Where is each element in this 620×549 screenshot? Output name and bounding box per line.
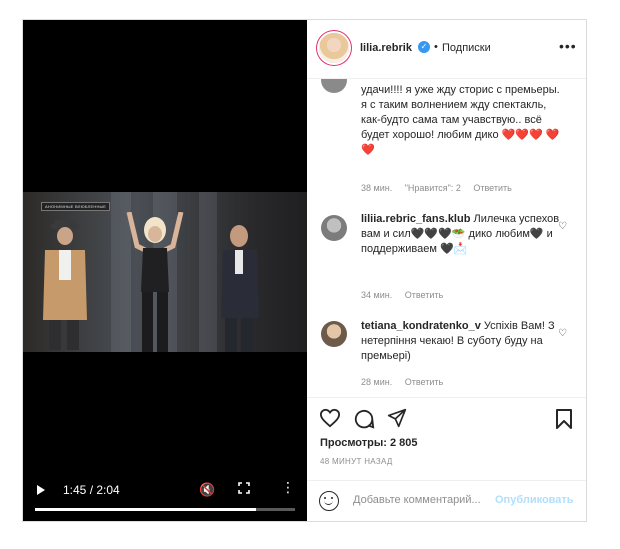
reply-button[interactable]: Ответить xyxy=(473,183,511,193)
like-comment-icon[interactable]: ♡ xyxy=(558,221,567,232)
more-options-icon[interactable]: ••• xyxy=(559,38,577,54)
comment-input[interactable]: Добавьте комментарий... xyxy=(353,494,481,506)
video-progress-bar[interactable] xyxy=(35,508,295,511)
emoji-smiley-icon[interactable] xyxy=(319,491,339,511)
play-icon[interactable] xyxy=(37,485,45,495)
comment-avatar[interactable] xyxy=(321,79,347,93)
comment-text: удачи!!!! я уже жду сторис с премьеры. я… xyxy=(361,83,561,158)
video-controls: 1:45 / 2:04 🔇 ⋮ xyxy=(23,477,307,521)
comment-body: удачи!!!! я уже жду сторис с премьеры. я… xyxy=(361,84,560,156)
save-bookmark-icon[interactable] xyxy=(555,408,573,430)
comment-avatar[interactable] xyxy=(321,321,347,347)
like-heart-icon[interactable] xyxy=(319,408,341,428)
share-plane-icon[interactable] xyxy=(387,408,407,428)
video-player[interactable]: АНОНИМНЫЕ ВЛЮБЛЕННЫЕ 1:45 / 2:04 🔇 ⋮ xyxy=(23,20,307,521)
video-badge: АНОНИМНЫЕ ВЛЮБЛЕННЫЕ xyxy=(41,202,111,211)
comment-username[interactable]: tetiana_kondratenko_v xyxy=(361,320,481,332)
post-actions: Просмотры: 2 805 48 МИНУТ НАЗАД Добавьте… xyxy=(307,397,586,522)
comment-avatar[interactable] xyxy=(321,215,347,241)
post-sidebar: lilia.rebrik ✓ • Подписки ••• удачи!!!! … xyxy=(307,20,586,521)
comment-time: 28 мин. xyxy=(361,377,393,387)
following-button[interactable]: Подписки xyxy=(442,42,491,54)
video-progress-fill xyxy=(35,508,256,511)
author-avatar[interactable] xyxy=(319,33,349,63)
actress-figure xyxy=(126,212,184,352)
comment-text: tetiana_kondratenko_v Успіхів Вам! З нет… xyxy=(361,319,561,364)
comment-meta: 34 мин. Ответить xyxy=(361,290,453,300)
comment-text: liliia.rebric_fans.klub Лилечка успехов … xyxy=(361,212,561,257)
comments-list[interactable]: удачи!!!! я уже жду сторис с премьеры. я… xyxy=(307,79,586,396)
header-separator: • xyxy=(434,41,438,53)
post-time-ago: 48 МИНУТ НАЗАД xyxy=(320,457,393,466)
actor-figure xyxy=(43,220,87,350)
reply-button[interactable]: Ответить xyxy=(405,377,443,387)
comment-time: 34 мин. xyxy=(361,290,393,300)
views-count[interactable]: Просмотры: 2 805 xyxy=(320,437,418,449)
mute-icon[interactable]: 🔇 xyxy=(199,482,215,498)
fullscreen-icon[interactable] xyxy=(238,482,250,494)
video-frame[interactable]: АНОНИМНЫЕ ВЛЮБЛЕННЫЕ xyxy=(23,192,307,352)
like-comment-icon[interactable]: ♡ xyxy=(558,328,567,339)
comment-meta: 28 мин. Ответить xyxy=(361,377,453,387)
comment-likes[interactable]: "Нравится": 2 xyxy=(405,183,461,193)
post-header: lilia.rebrik ✓ • Подписки ••• xyxy=(307,20,586,79)
reply-button[interactable]: Ответить xyxy=(405,290,443,300)
publish-button[interactable]: Опубликовать xyxy=(495,494,574,506)
instagram-post: АНОНИМНЫЕ ВЛЮБЛЕННЫЕ 1:45 / 2:04 🔇 ⋮ lil… xyxy=(22,19,587,522)
comment-meta: 38 мин. "Нравится": 2 Ответить xyxy=(361,183,522,193)
video-more-icon[interactable]: ⋮ xyxy=(281,480,295,494)
comment-username[interactable]: liliia.rebric_fans.klub xyxy=(361,213,470,225)
author-username[interactable]: lilia.rebrik xyxy=(360,42,412,54)
actor-figure xyxy=(221,225,259,352)
comment-time: 38 мин. xyxy=(361,183,393,193)
video-time: 1:45 / 2:04 xyxy=(63,483,120,497)
add-comment-bar: Добавьте комментарий... Опубликовать xyxy=(307,480,586,523)
verified-badge-icon: ✓ xyxy=(418,41,430,53)
comment-bubble-icon[interactable] xyxy=(353,408,375,430)
